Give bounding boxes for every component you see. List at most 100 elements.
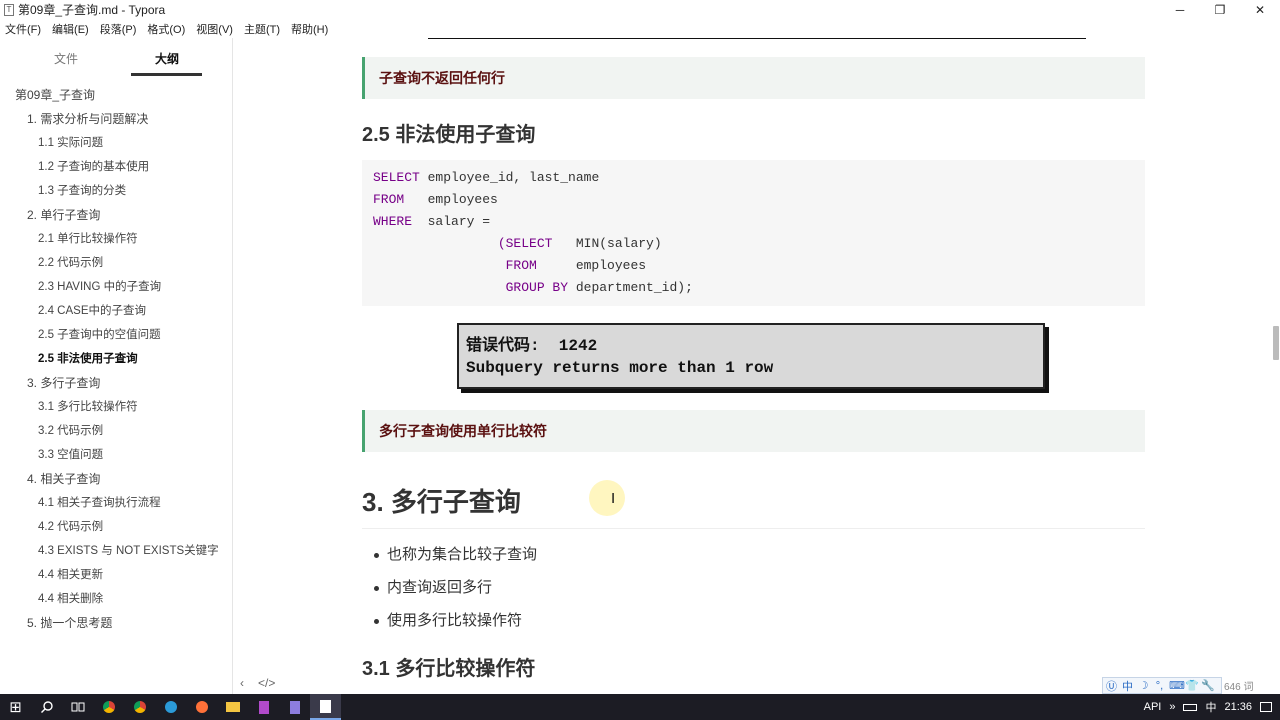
firefox-icon[interactable] [186, 694, 217, 720]
outline-item[interactable]: 3.3 空值问题 [0, 446, 232, 470]
edge-icon[interactable] [155, 694, 186, 720]
list-item: 也称为集合比较子查询 [373, 542, 537, 575]
outline-item[interactable]: 4. 相关子查询 [0, 470, 232, 494]
chrome-icon-2[interactable] [124, 694, 155, 720]
list-item: 内查询返回多行 [373, 575, 537, 608]
ime-punct-icon[interactable]: °, [1153, 680, 1166, 692]
clock[interactable]: 21:36 [1224, 701, 1252, 713]
heading-3: 3. 多行子查询 [362, 487, 521, 517]
sql-keyword: FROM [373, 192, 405, 207]
menu-theme[interactable]: 主题(T) [244, 21, 280, 37]
outline-item[interactable]: 4.1 相关子查询执行流程 [0, 494, 232, 518]
start-icon[interactable]: ⊞ [0, 694, 31, 720]
outline-item[interactable]: 4.4 相关删除 [0, 590, 232, 614]
heading-2-5: 2.5 非法使用子查询 [362, 124, 536, 146]
tray-ime-indicator[interactable]: 中 [1205, 699, 1216, 715]
outline-item[interactable]: 2. 单行子查询 [0, 206, 232, 230]
outline-item[interactable]: 1.3 子查询的分类 [0, 182, 232, 206]
ime-logo-icon[interactable]: Ⓤ [1105, 678, 1118, 694]
sql-keyword: FROM [373, 258, 537, 273]
scrollbar-thumb[interactable] [1273, 326, 1279, 360]
sql-text: employees [536, 258, 647, 273]
word-count[interactable]: 646 词 [1224, 678, 1253, 693]
outline-item[interactable]: 2.3 HAVING 中的子查询 [0, 278, 232, 302]
ime-settings-icon[interactable]: 🔧 [1201, 679, 1215, 692]
sql-text: employee_id, last_name [419, 170, 600, 185]
chrome-icon[interactable] [93, 694, 124, 720]
code-line: WHERE salary = [373, 211, 1134, 233]
code-line: SELECT employee_id, last_name [373, 167, 1134, 189]
window-controls: ─ ❐ ✕ [1160, 0, 1280, 19]
outline-item[interactable]: 4.3 EXISTS 与 NOT EXISTS关键字 [0, 542, 232, 566]
callout-no-rows: 子查询不返回任何行 [362, 57, 1145, 99]
cursor-highlight [589, 480, 625, 516]
heading-rule [362, 528, 1145, 529]
outline-item[interactable]: 2.5 子查询中的空值问题 [0, 326, 232, 350]
ime-keyboard-icon[interactable]: ⌨ [1169, 679, 1185, 692]
ime-skin-icon[interactable]: 👕 [1185, 679, 1199, 692]
outline-item[interactable]: 3.2 代码示例 [0, 422, 232, 446]
outline-item[interactable]: 5. 抛一个思考题 [0, 614, 232, 638]
maximize-button[interactable]: ❐ [1200, 0, 1240, 19]
sql-keyword: WHERE [373, 214, 413, 229]
outline-item[interactable]: 1. 需求分析与问题解决 [0, 110, 232, 134]
app-icon[interactable] [248, 694, 279, 720]
close-button[interactable]: ✕ [1240, 0, 1280, 19]
outline-item[interactable]: 2.1 单行比较操作符 [0, 230, 232, 254]
outline-item[interactable]: 4.2 代码示例 [0, 518, 232, 542]
outline-item[interactable]: 3.1 多行比较操作符 [0, 398, 232, 422]
heading-3-1: 3.1 多行比较操作符 [362, 658, 536, 680]
code-line: FROM employees [373, 255, 1134, 277]
menu-paragraph[interactable]: 段落(P) [100, 21, 137, 37]
editor-content[interactable]: 子查询不返回任何行 2.5 非法使用子查询 SELECT employee_id… [234, 38, 1272, 694]
outline-item[interactable]: 第09章_子查询 [0, 86, 232, 110]
sidebar-tabs: 文件 大纲 [0, 38, 232, 78]
task-view-icon[interactable] [62, 694, 93, 720]
bullet-list: 也称为集合比较子查询 内查询返回多行 使用多行比较操作符 [373, 542, 537, 641]
search-icon[interactable] [31, 694, 62, 720]
sql-keyword: GROUP BY [373, 280, 569, 295]
explorer-icon[interactable] [217, 694, 248, 720]
error-message-line: Subquery returns more than 1 row [466, 359, 774, 377]
menu-edit[interactable]: 编辑(E) [52, 21, 89, 37]
ibeam-cursor-icon: I [611, 490, 616, 507]
sql-text: employees [404, 192, 498, 207]
code-line: GROUP BY department_id); [373, 277, 1134, 299]
tab-outline[interactable]: 大纲 [155, 50, 179, 67]
minimize-button[interactable]: ─ [1160, 0, 1200, 19]
callout-multi-row-single-compare: 多行子查询使用单行比较符 [362, 410, 1145, 452]
window-title: 第09章_子查询.md - Typora [18, 3, 166, 17]
menu-bar: 文件(F) 编辑(E) 段落(P) 格式(O) 视图(V) 主题(T) 帮助(H… [0, 19, 1280, 38]
tab-files[interactable]: 文件 [54, 50, 78, 67]
image-bottom-border [428, 38, 1086, 39]
code-line: (SELECT MIN(salary) [373, 233, 1134, 255]
typora-icon[interactable] [310, 694, 341, 720]
notification-icon[interactable] [1260, 702, 1272, 712]
menu-file[interactable]: 文件(F) [5, 21, 41, 37]
tray-chevron-icon[interactable]: » [1169, 701, 1175, 713]
app-icon-2[interactable] [279, 694, 310, 720]
sidebar: 文件 大纲 第09章_子查询 1. 需求分析与问题解决 1.1 实际问题 1.2 子查… [0, 38, 233, 694]
menu-help[interactable]: 帮助(H) [291, 21, 328, 37]
outline-item[interactable]: 2.5 非法使用子查询 [0, 350, 232, 374]
ime-moon-icon[interactable]: ☽ [1137, 679, 1150, 692]
outline-item[interactable]: 4.4 相关更新 [0, 566, 232, 590]
outline-list: 第09章_子查询 1. 需求分析与问题解决 1.1 实际问题 1.2 子查询的基本使用… [0, 86, 232, 638]
outline-item[interactable]: 2.4 CASE中的子查询 [0, 302, 232, 326]
outline-item[interactable]: 2.2 代码示例 [0, 254, 232, 278]
outline-item[interactable]: 1.2 子查询的基本使用 [0, 158, 232, 182]
typora-app-icon: T [4, 3, 14, 16]
menu-format[interactable]: 格式(O) [147, 21, 185, 37]
outline-item[interactable]: 1.1 实际问题 [0, 134, 232, 158]
tray-api[interactable]: API [1144, 701, 1162, 713]
battery-icon[interactable] [1183, 703, 1198, 711]
menu-view[interactable]: 视图(V) [196, 21, 233, 37]
outline-item[interactable]: 3. 多行子查询 [0, 374, 232, 398]
ime-chinese-mode[interactable]: 中 [1121, 678, 1134, 694]
sql-keyword: SELECT [373, 170, 420, 185]
sql-text: MIN(salary) [552, 236, 662, 251]
code-block[interactable]: SELECT employee_id, last_name FROM employ… [362, 160, 1145, 306]
system-tray: API » 中 21:36 [1144, 694, 1280, 720]
active-tab-indicator [131, 73, 202, 76]
ime-toolbar: Ⓤ 中 ☽ °, ⌨ 👕 🔧 [1102, 677, 1222, 694]
